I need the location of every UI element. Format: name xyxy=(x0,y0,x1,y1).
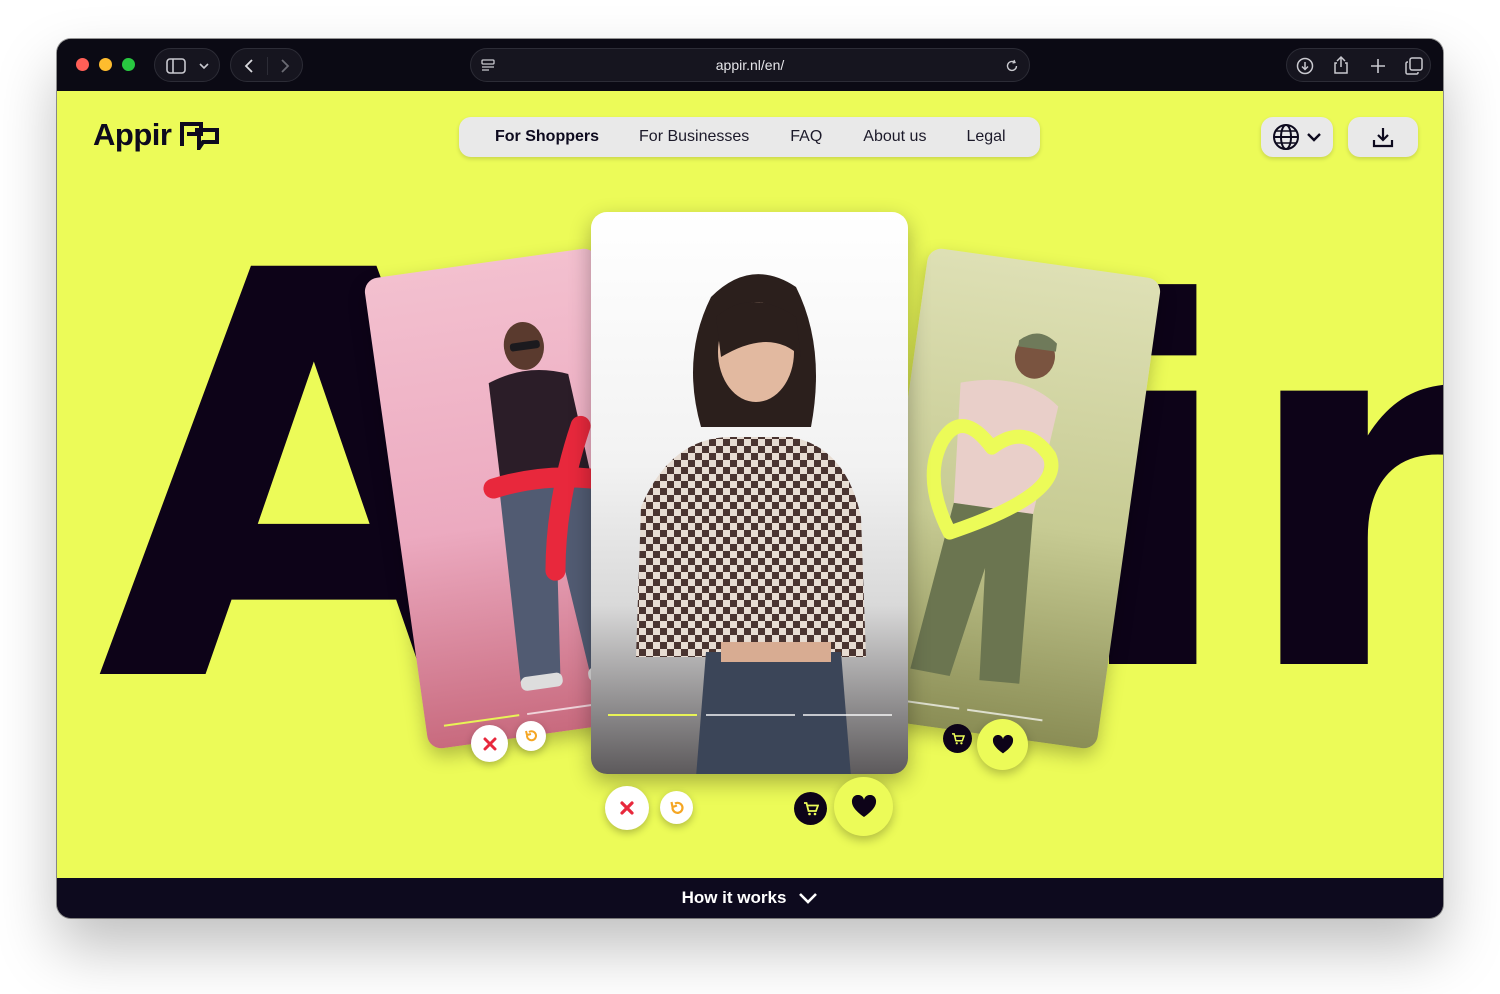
close-icon xyxy=(483,737,496,750)
undo-icon xyxy=(525,730,537,742)
chevron-down-icon xyxy=(799,893,818,904)
heart-icon xyxy=(992,734,1013,753)
webpage: Appir For Shoppers For Businesses FAQ Ab… xyxy=(57,91,1443,878)
model-photo xyxy=(636,274,866,774)
logo-mark-icon xyxy=(180,122,220,150)
dislike-button[interactable] xyxy=(605,786,649,830)
globe-icon xyxy=(1273,124,1299,150)
card-progress xyxy=(706,714,795,716)
main-navigation: For Shoppers For Businesses FAQ About us… xyxy=(459,117,1040,157)
add-to-cart-button[interactable] xyxy=(794,792,827,825)
close-window-button[interactable] xyxy=(76,58,89,71)
logo-text: Appir xyxy=(93,117,172,152)
heart-icon xyxy=(851,794,876,817)
page-settings-icon[interactable] xyxy=(481,59,495,73)
nav-for-businesses[interactable]: For Businesses xyxy=(639,128,749,146)
card-progress-active xyxy=(443,714,520,727)
download-app-button[interactable] xyxy=(1348,117,1418,157)
nav-for-shoppers[interactable]: For Shoppers xyxy=(495,128,599,146)
maximize-window-button[interactable] xyxy=(122,58,135,71)
cart-icon xyxy=(951,732,965,744)
chevron-down-icon xyxy=(1307,133,1321,142)
new-tab-icon[interactable] xyxy=(1370,58,1386,74)
browser-window: appir.nl/en/ Appir For Shoppers For Busi… xyxy=(57,39,1443,918)
left-dislike-button[interactable] xyxy=(471,725,508,762)
address-bar[interactable]: appir.nl/en/ xyxy=(470,48,1030,82)
sidebar-toggle-button[interactable] xyxy=(154,48,220,82)
chevron-down-icon xyxy=(199,63,209,70)
tab-overview-icon[interactable] xyxy=(1405,57,1423,75)
product-card-current[interactable] xyxy=(591,212,908,774)
nav-about-us[interactable]: About us xyxy=(863,128,926,146)
share-icon[interactable] xyxy=(1332,55,1350,75)
url-text: appir.nl/en/ xyxy=(715,57,785,73)
like-button[interactable] xyxy=(834,777,893,836)
appir-logo[interactable]: Appir xyxy=(93,117,221,153)
browser-titlebar: appir.nl/en/ xyxy=(57,39,1443,91)
sidebar-icon xyxy=(166,58,186,74)
back-icon[interactable] xyxy=(243,58,255,74)
nav-legal[interactable]: Legal xyxy=(966,128,1005,146)
cart-icon xyxy=(803,801,819,815)
forward-icon[interactable] xyxy=(279,58,291,74)
right-like-button[interactable] xyxy=(977,719,1028,770)
how-it-works-label: How it works xyxy=(681,888,787,907)
downloads-icon[interactable] xyxy=(1296,57,1314,75)
nav-faq[interactable]: FAQ xyxy=(790,128,822,146)
card-progress xyxy=(803,714,892,716)
language-selector[interactable] xyxy=(1261,117,1333,157)
how-it-works-bar[interactable]: How it works xyxy=(57,878,1443,918)
reload-icon[interactable] xyxy=(1005,59,1019,73)
right-add-to-cart-button[interactable] xyxy=(943,724,972,753)
left-undo-button[interactable] xyxy=(516,721,546,751)
close-icon xyxy=(620,801,634,815)
minimize-window-button[interactable] xyxy=(99,58,112,71)
undo-button[interactable] xyxy=(660,791,693,824)
undo-icon xyxy=(669,801,684,814)
history-navigation xyxy=(230,48,303,82)
like-heart-outline-icon xyxy=(926,419,1059,540)
card-progress-active xyxy=(608,714,697,716)
browser-toolbar-actions xyxy=(1286,48,1431,82)
download-icon xyxy=(1372,128,1394,148)
